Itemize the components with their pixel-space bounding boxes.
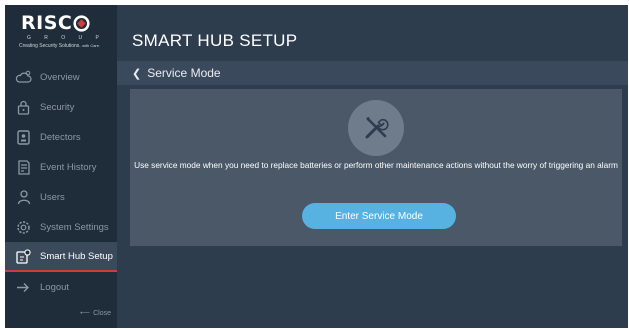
- logo-mark-icon: [73, 15, 90, 32]
- back-button[interactable]: ❮ Service Mode: [132, 66, 221, 80]
- gear-icon: [15, 219, 32, 236]
- sidebar: RISC G R O U P Creating Security Solutio…: [5, 5, 117, 328]
- sidebar-item-label: Overview: [40, 71, 80, 83]
- sidebar-item-logout[interactable]: Logout: [5, 272, 117, 302]
- sidebar-close-button[interactable]: ⟵ Close: [80, 309, 111, 318]
- sidebar-item-label: Smart Hub Setup: [40, 250, 113, 262]
- service-mode-description: Use service mode when you need to replac…: [134, 160, 618, 170]
- risco-logo: RISC G R O U P Creating Security Solutio…: [5, 5, 117, 59]
- page-title: SMART HUB SETUP: [132, 31, 298, 50]
- section-header: ❮ Service Mode: [117, 61, 628, 85]
- sidebar-item-users[interactable]: Users: [5, 182, 117, 212]
- logo-text: RISC: [21, 12, 73, 34]
- sidebar-item-label: Logout: [40, 281, 70, 293]
- sidebar-item-label: Users: [40, 191, 65, 203]
- lock-icon: [15, 99, 32, 116]
- sidebar-item-label: Security: [40, 101, 75, 113]
- sidebar-item-overview[interactable]: Overview: [5, 62, 117, 92]
- tools-icon: [348, 100, 404, 156]
- sidebar-nav: Overview Security Detectors Event Histor…: [5, 62, 117, 302]
- close-label: Close: [93, 309, 111, 317]
- history-icon: [15, 159, 32, 176]
- service-mode-card: Use service mode when you need to replac…: [130, 89, 622, 246]
- enter-service-mode-button[interactable]: Enter Service Mode: [302, 203, 456, 229]
- detector-icon: [15, 129, 32, 146]
- sidebar-item-security[interactable]: Security: [5, 92, 117, 122]
- section-title: Service Mode: [147, 66, 221, 80]
- chevron-left-icon: ❮: [132, 67, 142, 80]
- sidebar-item-detectors[interactable]: Detectors: [5, 122, 117, 152]
- sidebar-item-system-settings[interactable]: System Settings: [5, 212, 117, 242]
- logout-icon: [15, 279, 32, 296]
- hub-setup-icon: [15, 248, 32, 265]
- logo-tagline: Creating Security Solutions. with Care.: [19, 43, 101, 49]
- sidebar-item-label: System Settings: [40, 221, 109, 233]
- arrow-left-icon: ⟵: [80, 310, 91, 317]
- sidebar-item-smart-hub-setup[interactable]: Smart Hub Setup: [5, 242, 117, 272]
- logo-group-text: G R O U P: [27, 35, 105, 41]
- main-content: SMART HUB SETUP ❮ Service Mode Use servi…: [117, 5, 628, 328]
- sidebar-item-event-history[interactable]: Event History: [5, 152, 117, 182]
- app-window: RISC G R O U P Creating Security Solutio…: [5, 5, 628, 328]
- sidebar-item-label: Event History: [40, 161, 97, 173]
- users-icon: [15, 189, 32, 206]
- weather-icon: [15, 69, 32, 86]
- sidebar-item-label: Detectors: [40, 131, 81, 143]
